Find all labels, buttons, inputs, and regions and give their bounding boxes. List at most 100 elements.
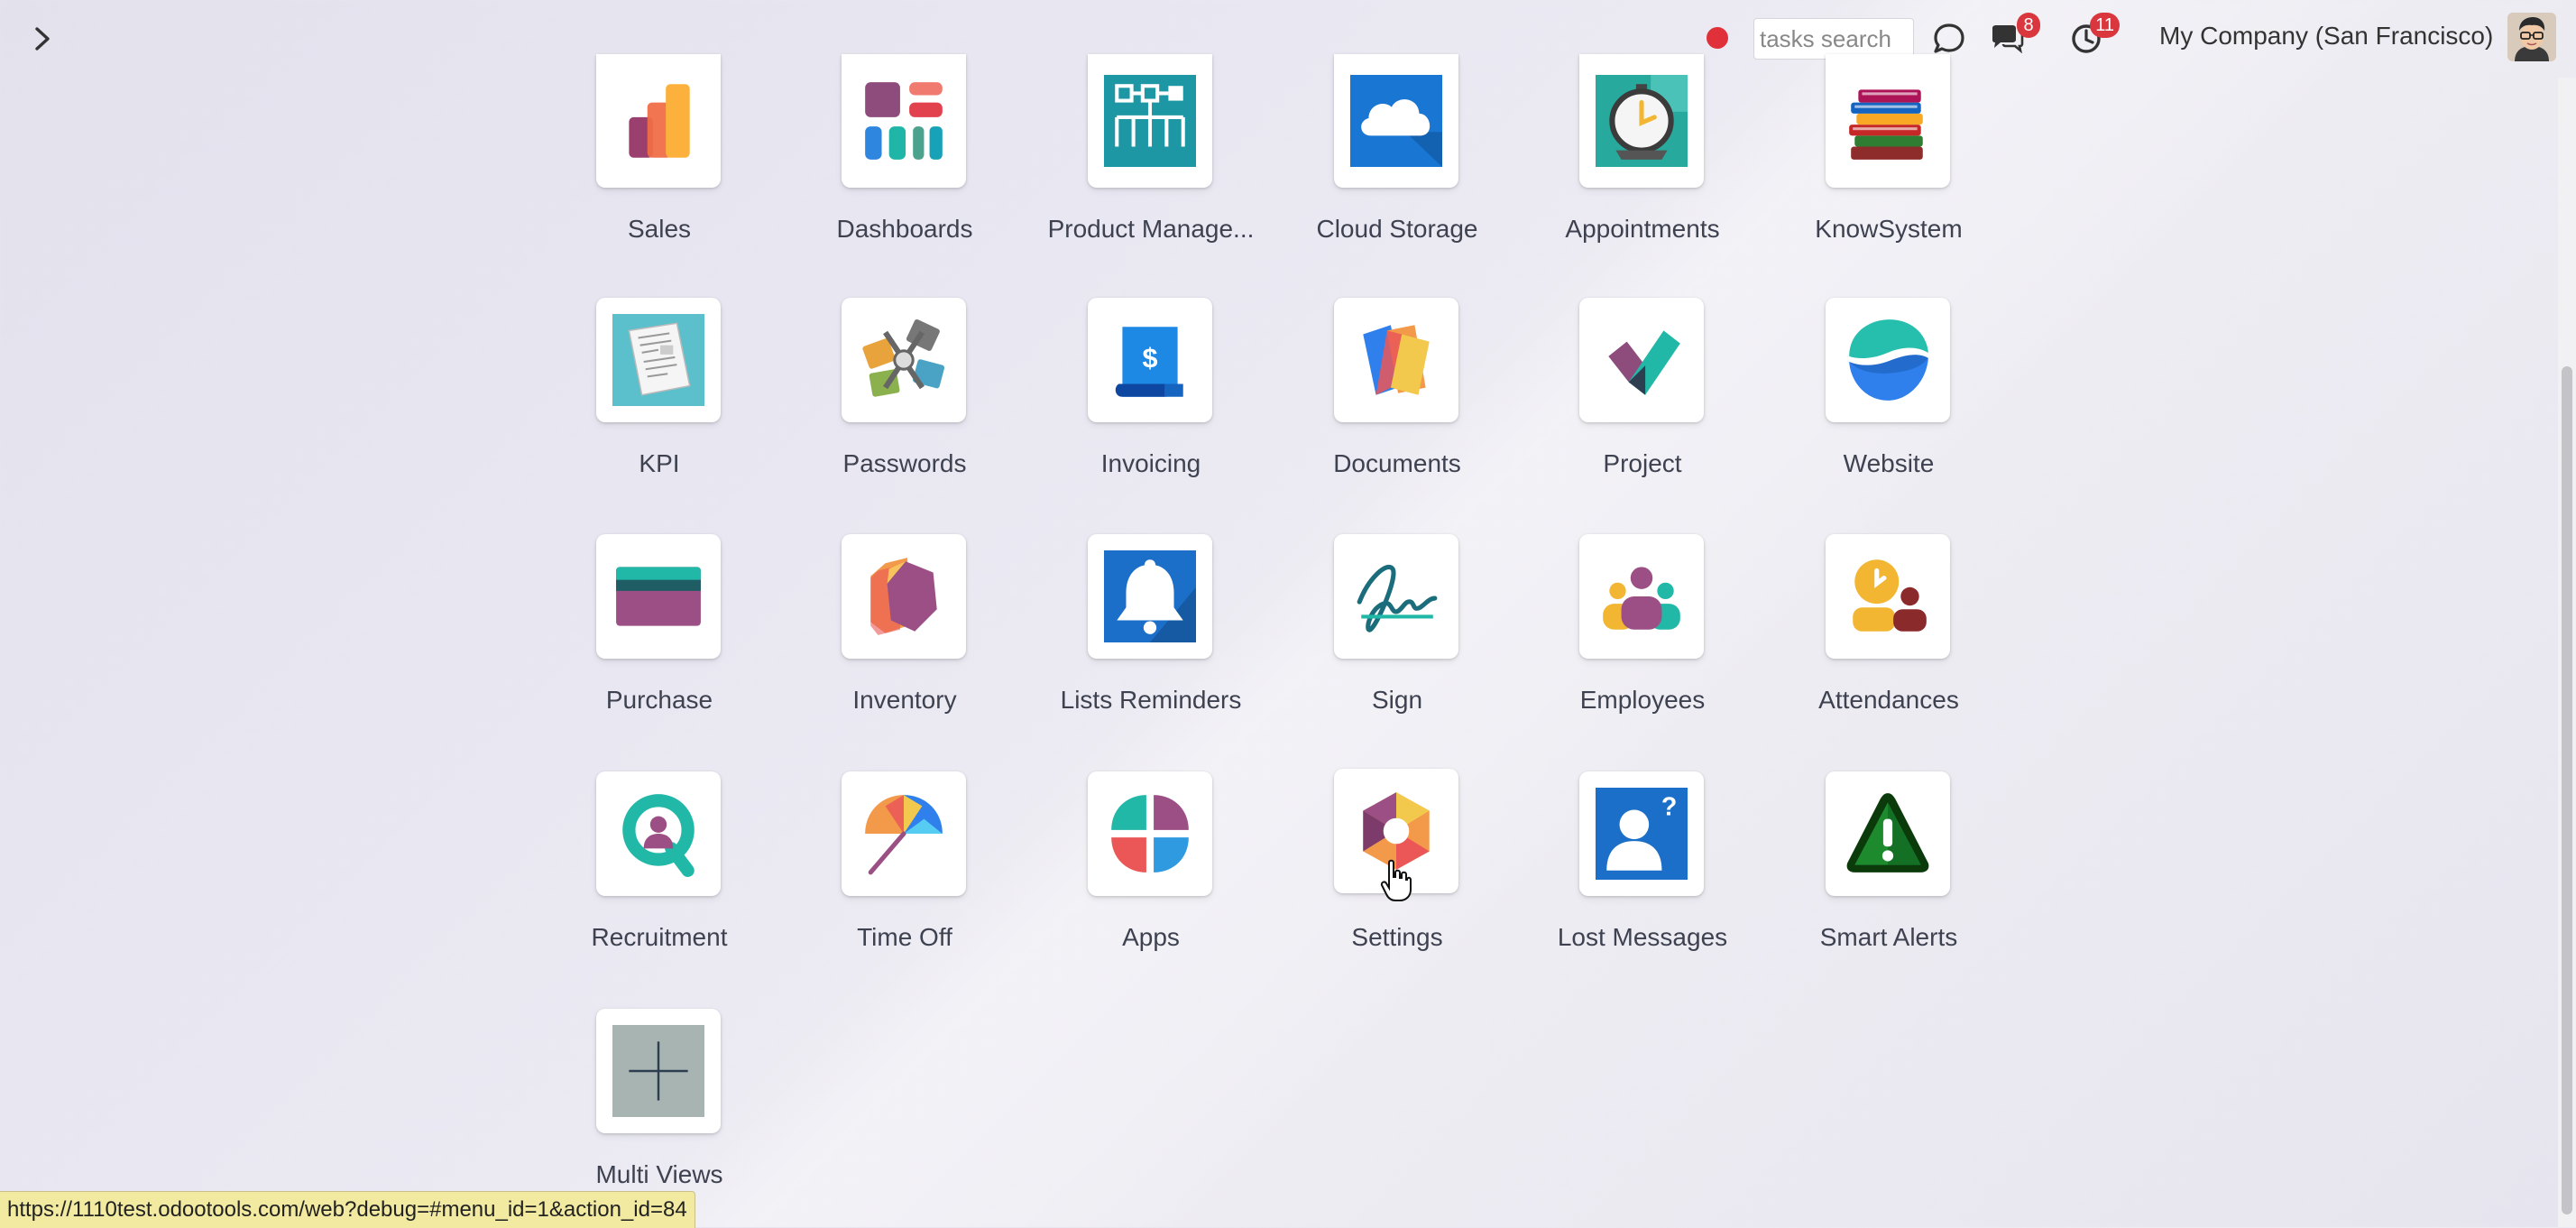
app-label: Inventory [852,686,957,714]
purchase-icon [616,567,701,626]
app-icon-box [1334,534,1458,659]
app-icon-box: $ [1088,298,1212,422]
app-apps[interactable]: Apps [1028,771,1274,988]
app-lost-messages[interactable]: ? Lost Messages [1520,771,1765,988]
app-icon-box [1826,771,1950,896]
app-label: Purchase [605,686,713,714]
app-knowsystem[interactable]: KnowSystem [1766,54,2011,280]
app-icon-box [842,54,966,188]
app-invoicing[interactable]: $ Invoicing [1028,298,1274,514]
app-icon-box [596,1009,721,1133]
app-label: Invoicing [1100,449,1201,477]
app-label: Website [1843,449,1935,477]
status-url-tooltip: https://1110test.odootools.com/web?debug… [0,1191,695,1228]
app-label: Lists Reminders [1060,686,1242,714]
app-icon-box [1579,534,1704,659]
appointments-icon [1596,75,1688,167]
app-icon-box [842,771,966,896]
app-recruitment[interactable]: Recruitment [537,771,782,988]
app-label: Sales [627,215,692,243]
app-kpi[interactable]: KPI [537,298,782,514]
dashboards-icon [865,82,943,160]
cloud-storage-icon [1350,75,1442,167]
employees-icon [1603,567,1680,630]
lists-reminders-icon [1104,550,1196,642]
app-icon-box [596,534,721,659]
app-time-off[interactable]: Time Off [782,771,1027,988]
app-label: Smart Alerts [1819,923,1958,951]
app-attendances[interactable]: Attendances [1766,534,2011,751]
app-label: KPI [639,449,680,477]
invoicing-icon: $ [1115,327,1183,397]
app-icon-box [1334,54,1458,188]
apps-icon [1111,795,1189,873]
app-sign[interactable]: Sign [1274,534,1520,751]
app-website[interactable]: Website [1766,298,2011,514]
app-product-management[interactable]: Product Manage... [1028,54,1274,280]
app-lists-reminders[interactable]: Lists Reminders [1028,534,1274,751]
app-label: Appointments [1565,215,1720,243]
app-label: Dashboards [836,215,973,243]
app-icon-box: ? [1579,771,1704,896]
app-inventory[interactable]: Inventory [782,534,1027,751]
app-icon-box [596,54,721,188]
time-off-icon [865,795,943,875]
website-icon [1849,319,1928,401]
app-label: Documents [1333,449,1461,477]
app-icon-box [596,298,721,422]
app-cloud-storage[interactable]: Cloud Storage [1274,54,1520,280]
lost-messages-icon: ? [1596,788,1688,880]
app-label: Employees [1579,686,1706,714]
app-label: Passwords [842,449,967,477]
app-icon-box [842,534,966,659]
hand-cursor-icon [1380,859,1412,901]
app-icon-box [1088,771,1212,896]
passwords-icon [862,319,945,397]
app-documents[interactable]: Documents [1274,298,1520,514]
inventory-icon [870,558,937,635]
product-management-icon [1104,75,1196,167]
app-project[interactable]: Project [1520,298,1765,514]
app-employees[interactable]: Employees [1520,534,1765,751]
app-label: Time Off [857,923,952,951]
multi-views-icon [612,1025,704,1117]
documents-icon [1363,325,1430,395]
app-label: Lost Messages [1557,923,1728,951]
app-icon-box [1088,54,1212,188]
svg-text:$: $ [1142,343,1157,374]
app-icon-box [1334,298,1458,422]
attendances-icon [1853,559,1927,632]
app-label: Attendances [1818,686,1959,714]
app-label: Apps [1122,923,1180,951]
app-icon-box [1579,298,1704,422]
project-icon [1608,330,1680,395]
app-label: Multi Views [595,1160,723,1188]
app-icon-box [1579,54,1704,188]
app-passwords[interactable]: Passwords [782,298,1027,514]
recruitment-icon [622,794,695,877]
app-label: Settings [1351,923,1443,951]
sales-icon [629,84,690,158]
app-label: Cloud Storage [1316,215,1478,243]
kpi-icon [612,314,704,406]
app-appointments[interactable]: Appointments [1520,54,1765,280]
app-purchase[interactable]: Purchase [537,534,782,751]
app-smart-alerts[interactable]: Smart Alerts [1766,771,2011,988]
scrollbar-thumb[interactable] [2562,366,2572,1214]
app-icon-box [1826,54,1950,188]
app-label: Recruitment [591,923,728,951]
app-icon-box [842,298,966,422]
svg-text:?: ? [1661,793,1677,822]
knowsystem-icon [1849,89,1923,160]
app-dashboards[interactable]: Dashboards [782,54,1027,280]
sign-icon [1357,565,1438,632]
app-label: Project [1603,449,1682,477]
app-label: Sign [1371,686,1423,714]
app-label: Product Manage... [1047,215,1255,243]
app-sales[interactable]: Sales [537,54,782,280]
app-icon-box [1826,534,1950,659]
app-icon-box [596,771,721,896]
app-grid: Sales Dashboards Product Manage... Cloud… [0,0,2576,1227]
app-icon-box [1826,298,1950,422]
vertical-scrollbar[interactable] [2558,78,2576,1227]
